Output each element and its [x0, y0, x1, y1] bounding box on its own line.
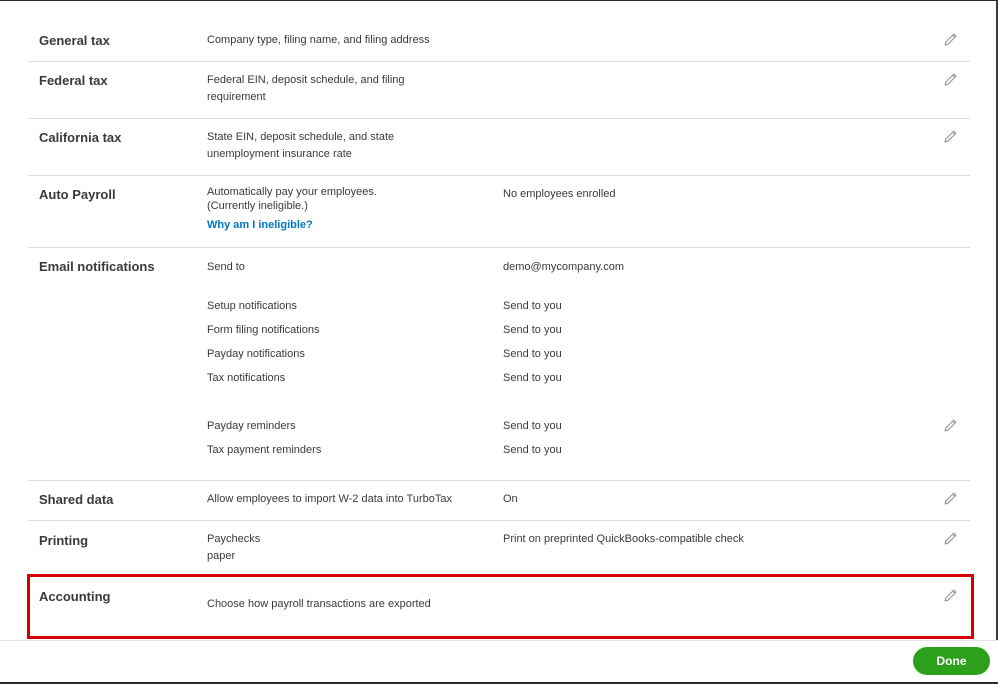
section-description: Federal EIN, deposit schedule, and filin…: [207, 72, 467, 106]
edit-reminders-button[interactable]: [943, 418, 961, 436]
auto-payroll-status: No employees enrolled: [503, 188, 616, 200]
notification-row-label: Tax notifications: [207, 372, 286, 384]
description-line: unemployment insurance rate: [207, 148, 352, 160]
edit-federal-tax-button[interactable]: [943, 72, 961, 90]
section-shared-data: Shared data Allow employees to import W-…: [28, 481, 970, 521]
section-california-tax: California tax State EIN, deposit schedu…: [28, 119, 970, 176]
description-line: paper: [207, 550, 236, 562]
notification-row-value: demo@mycompany.com: [503, 261, 624, 273]
section-description: Allow employees to import W-2 data into …: [207, 491, 497, 508]
window-top-border: [0, 0, 998, 1]
description-line: State EIN, deposit schedule, and state: [207, 131, 395, 143]
section-description: Paychecks paper: [207, 531, 467, 565]
edit-california-tax-button[interactable]: [943, 129, 961, 147]
shared-data-status: On: [503, 493, 518, 505]
section-title: Federal tax: [39, 73, 108, 88]
description-line: requirement: [207, 91, 266, 103]
notification-row-value: Send to you: [503, 348, 562, 360]
section-general-tax: General tax Company type, filing name, a…: [28, 20, 970, 62]
notification-row-value: Send to you: [503, 444, 562, 456]
section-title: General tax: [39, 33, 110, 48]
why-ineligible-link[interactable]: Why am I ineligible?: [207, 218, 467, 232]
notification-row-label: Tax payment reminders: [207, 444, 322, 456]
description-line: Automatically pay your employees.: [207, 186, 377, 198]
notification-row-label: Send to: [207, 261, 245, 273]
edit-general-tax-button[interactable]: [943, 32, 961, 50]
notification-row-value: Send to you: [503, 300, 562, 312]
section-title: Shared data: [39, 492, 114, 507]
description-line: (Currently ineligible.): [207, 200, 308, 212]
footer-divider: [0, 640, 998, 641]
notification-row-label: Payday reminders: [207, 420, 296, 432]
pencil-icon: [944, 532, 957, 545]
pencil-icon: [944, 130, 957, 143]
section-auto-payroll: Auto Payroll Automatically pay your empl…: [28, 176, 970, 248]
section-title: California tax: [39, 130, 122, 145]
section-description: Company type, filing name, and filing ad…: [207, 32, 467, 49]
printing-setting: Print on preprinted QuickBooks-compatibl…: [503, 533, 744, 545]
notification-row-label: Form filing notifications: [207, 324, 320, 336]
done-button[interactable]: Done: [913, 647, 990, 675]
edit-shared-data-button[interactable]: [943, 491, 961, 509]
notification-row-value: Send to you: [503, 372, 562, 384]
notification-row-label: Payday notifications: [207, 348, 305, 360]
section-email-notifications: Email notifications Send to demo@mycompa…: [28, 248, 970, 481]
accounting-highlight-box: [27, 574, 974, 639]
pencil-icon: [944, 33, 957, 46]
notification-row-value: Send to you: [503, 324, 562, 336]
edit-printing-button[interactable]: [943, 531, 961, 549]
description-line: Paychecks: [207, 533, 261, 545]
description-line: Company type, filing name, and filing ad…: [207, 34, 430, 46]
section-description: State EIN, deposit schedule, and state u…: [207, 129, 467, 163]
pencil-icon: [944, 419, 957, 432]
description-line: Allow employees to import W-2 data into …: [207, 493, 452, 505]
pencil-icon: [944, 492, 957, 505]
section-federal-tax: Federal tax Federal EIN, deposit schedul…: [28, 62, 970, 119]
description-line: Federal EIN, deposit schedule, and filin…: [207, 74, 405, 86]
section-title: Printing: [39, 533, 89, 548]
section-description: Automatically pay your employees. (Curre…: [207, 185, 467, 232]
pencil-icon: [944, 73, 957, 86]
notification-row-label: Setup notifications: [207, 300, 297, 312]
section-title: Auto Payroll: [39, 187, 116, 202]
notification-row-value: Send to you: [503, 420, 562, 432]
section-title: Email notifications: [39, 259, 155, 274]
section-printing: Printing Paychecks paper Print on prepri…: [28, 521, 970, 574]
